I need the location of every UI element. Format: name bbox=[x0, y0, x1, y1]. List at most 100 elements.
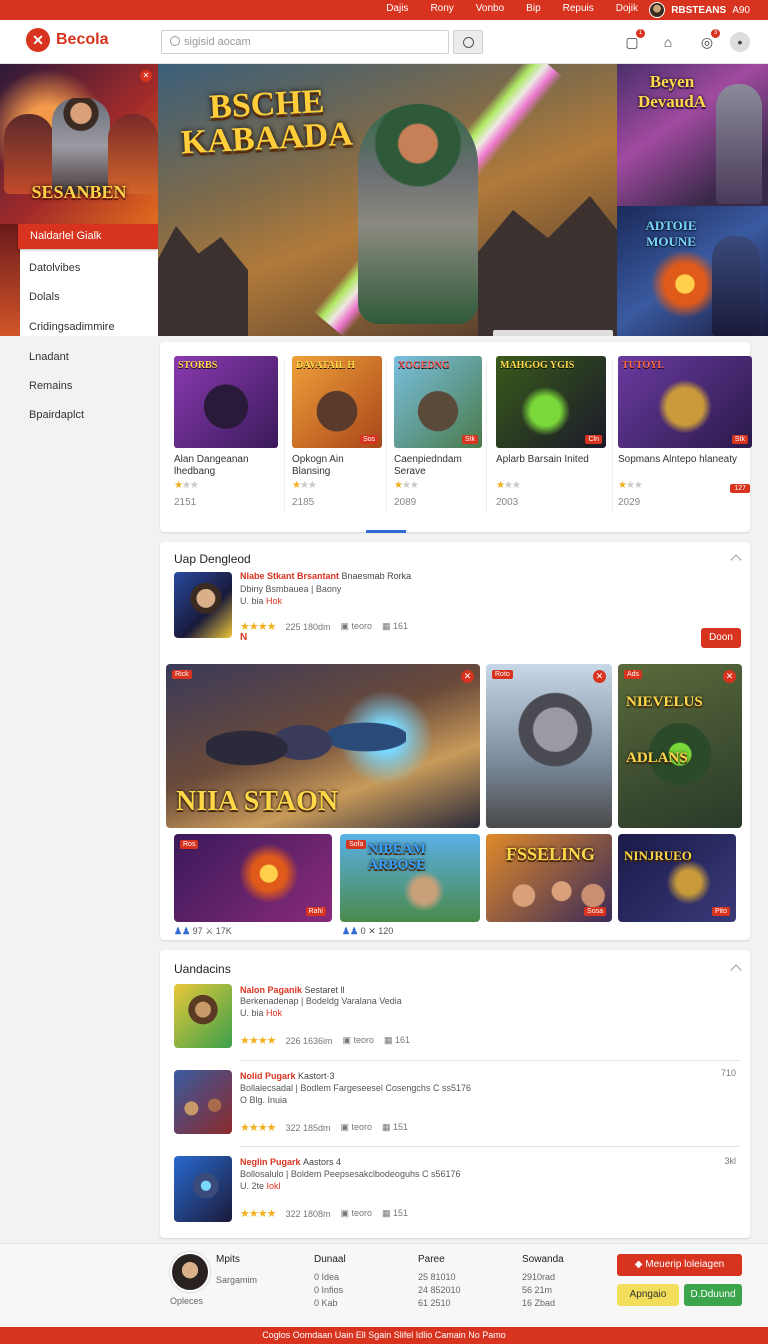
star-rating: ★★★★ bbox=[240, 1208, 276, 1220]
menu-item[interactable]: Lnadant bbox=[29, 351, 69, 363]
close-icon[interactable]: ✕ bbox=[723, 670, 736, 683]
meta-item: ▦ 161 bbox=[382, 621, 409, 631]
menu-item[interactable]: Bpairdaplct bbox=[29, 409, 84, 421]
avatar-icon[interactable]: • bbox=[730, 32, 750, 52]
game-icon[interactable] bbox=[174, 984, 232, 1048]
user-name: RBSTEANS bbox=[671, 4, 727, 16]
meta-item: ▦ 151 bbox=[382, 1208, 409, 1218]
menu-item[interactable]: Dolals bbox=[29, 291, 60, 303]
chevron-up-icon[interactable] bbox=[730, 554, 742, 566]
game-card[interactable]: MAHGOG YGIS Cln Aplarb Barsain Inited ★★… bbox=[496, 356, 606, 508]
message-icon[interactable]: ◎ 3 bbox=[697, 29, 720, 52]
top-link[interactable]: Vonbo bbox=[476, 3, 504, 14]
game-icon[interactable] bbox=[174, 1156, 232, 1222]
featured-meta-red: Hok bbox=[266, 596, 283, 606]
game-tile-large[interactable]: Rick ✕ NIIA STAON bbox=[166, 664, 480, 828]
tile-title: FSSELING bbox=[506, 844, 596, 864]
update-stats: ★★★★ 322 1808m ▣ teoro ▦ 151 bbox=[240, 1207, 408, 1220]
top-link[interactable]: Dojik bbox=[616, 3, 638, 14]
meta-item: ▣ teoro bbox=[340, 1208, 373, 1218]
message-badge: 3 bbox=[711, 29, 720, 38]
update-title: Nalon Paganik Sestaret ll bbox=[240, 985, 345, 995]
game-tile[interactable]: FSSELING Sosa bbox=[486, 834, 612, 922]
featured-game-icon[interactable] bbox=[174, 572, 232, 638]
featured-meta-line: U. bia Hok bbox=[240, 596, 282, 606]
profile-avatar[interactable] bbox=[170, 1252, 210, 1292]
meta-value: 151 bbox=[393, 1122, 409, 1132]
game-thumbnail: TUTOYL Stk bbox=[618, 356, 752, 448]
chevron-up-icon[interactable] bbox=[730, 964, 742, 976]
update-title-rest: Kastort·3 bbox=[298, 1071, 335, 1081]
logo-icon: ✕ bbox=[26, 28, 50, 52]
hero-banner[interactable]: BSCHE KABAADA bbox=[158, 64, 617, 336]
menu-item[interactable]: Datolvibes bbox=[29, 262, 80, 274]
top-link[interactable]: Repuis bbox=[563, 3, 594, 14]
user-avatar bbox=[649, 2, 666, 18]
update-title-main: Nolid Pugark bbox=[240, 1071, 296, 1081]
right-promo-top[interactable]: Beyen DevaudA bbox=[617, 64, 768, 206]
box-icon[interactable]: ⌂ bbox=[658, 32, 678, 52]
star-rating: ★★★ bbox=[292, 480, 317, 491]
yellow-action-button[interactable]: Apngaio bbox=[617, 1284, 679, 1306]
right-promo-title: ADTOIE MOUNE bbox=[645, 218, 697, 249]
green-action-button[interactable]: D.Dduund bbox=[684, 1284, 742, 1306]
close-icon[interactable]: ✕ bbox=[461, 670, 474, 683]
hero-pagination[interactable] bbox=[493, 330, 613, 336]
search-input[interactable]: sigisid aocam bbox=[161, 30, 449, 54]
game-tile[interactable]: Ads ✕ NIEVELUS ADLANS bbox=[618, 664, 742, 828]
footer-col-value: 25 81010 bbox=[418, 1272, 456, 1282]
star-rating: ★★★ bbox=[394, 480, 419, 491]
game-thumbnail: DAVATAIL H Sos bbox=[292, 356, 382, 448]
left-promo-banner[interactable]: SESANBEN ✕ bbox=[0, 64, 158, 224]
panel-title: Uandacins bbox=[174, 962, 231, 976]
user-menu[interactable]: RBSTEANS A90 bbox=[649, 0, 750, 20]
featured-mark: N bbox=[240, 632, 248, 643]
right-promo-bottom[interactable]: ADTOIE MOUNE bbox=[617, 206, 768, 336]
top-link[interactable]: Bip bbox=[526, 3, 540, 14]
game-name: Alan Dangeanan lhedbang bbox=[174, 454, 249, 477]
menu-item[interactable]: Cridingsadimmire bbox=[29, 321, 115, 333]
game-card[interactable]: DAVATAIL H Sos Opkogn Ain Blansing ★★★ 2… bbox=[292, 356, 382, 508]
team-icon: ♟♟ bbox=[174, 926, 191, 936]
search-button[interactable] bbox=[453, 30, 483, 54]
top-link[interactable]: Dajis bbox=[386, 3, 408, 14]
meta-value: teoro bbox=[351, 1122, 373, 1132]
download-button[interactable]: Doon bbox=[701, 628, 741, 648]
site-logo[interactable]: ✕ Becola bbox=[26, 28, 108, 52]
game-thumb-label: TUTOYL bbox=[622, 360, 665, 371]
warrior-figure bbox=[716, 84, 762, 204]
meta-item: ▣ teoro bbox=[342, 1035, 375, 1045]
close-icon[interactable]: ✕ bbox=[593, 670, 606, 683]
card-divider bbox=[486, 362, 487, 512]
primary-action-button[interactable]: ◆ Meuerip loleiagen bbox=[617, 1254, 742, 1276]
tile-badge: Rahi bbox=[305, 907, 326, 916]
tile-tag: Sofa bbox=[346, 840, 367, 849]
meta-value: 151 bbox=[393, 1208, 409, 1218]
menu-item-active[interactable]: Naldarlel Gialk bbox=[18, 224, 158, 249]
star-rating: ★★★★ bbox=[240, 1035, 276, 1047]
update-meta-red: Hok bbox=[266, 1008, 283, 1018]
stat-value: 17K bbox=[215, 926, 232, 936]
game-card[interactable]: TUTOYL Stk Sopmans Alntepo hlaneaty ★★★ … bbox=[618, 356, 752, 508]
game-tile[interactable]: Sofa NIBEAM ARBOSE bbox=[340, 834, 480, 922]
game-card[interactable]: STORBS Alan Dangeanan lhedbang ★★★ 2151 bbox=[174, 356, 278, 508]
card-divider bbox=[284, 362, 285, 512]
card-divider bbox=[386, 362, 387, 512]
carousel-indicator[interactable] bbox=[366, 530, 406, 533]
update-subtitle: Bollalecsadal | Bodlem Fargeseesel Cosen… bbox=[240, 1083, 471, 1093]
rating-text: 225 180dm bbox=[285, 621, 331, 632]
top-link[interactable]: Rony bbox=[430, 3, 453, 14]
menu-item[interactable]: Remains bbox=[29, 380, 72, 392]
close-icon[interactable]: ✕ bbox=[140, 70, 152, 82]
game-icon[interactable] bbox=[174, 1070, 232, 1134]
featured-subtitle: Dbiny Bsmbauea | Baony bbox=[240, 584, 342, 594]
game-card[interactable]: XOGEDNG Stk Caenpiedndam Serave ★★★ 2089 bbox=[394, 356, 482, 508]
game-tile[interactable]: Ros Rahi bbox=[174, 834, 332, 922]
update-meta-line: U. bia Hok bbox=[240, 1008, 282, 1018]
game-tile[interactable]: NINJRUEO Pito bbox=[618, 834, 736, 922]
bell-icon[interactable]: ▢ 1 bbox=[622, 29, 645, 52]
game-tile[interactable]: Roto ✕ bbox=[486, 664, 612, 828]
side-badge: 127 bbox=[730, 484, 750, 493]
search-icon bbox=[170, 36, 180, 46]
tile-title: NIBEAM ARBOSE bbox=[368, 842, 426, 873]
